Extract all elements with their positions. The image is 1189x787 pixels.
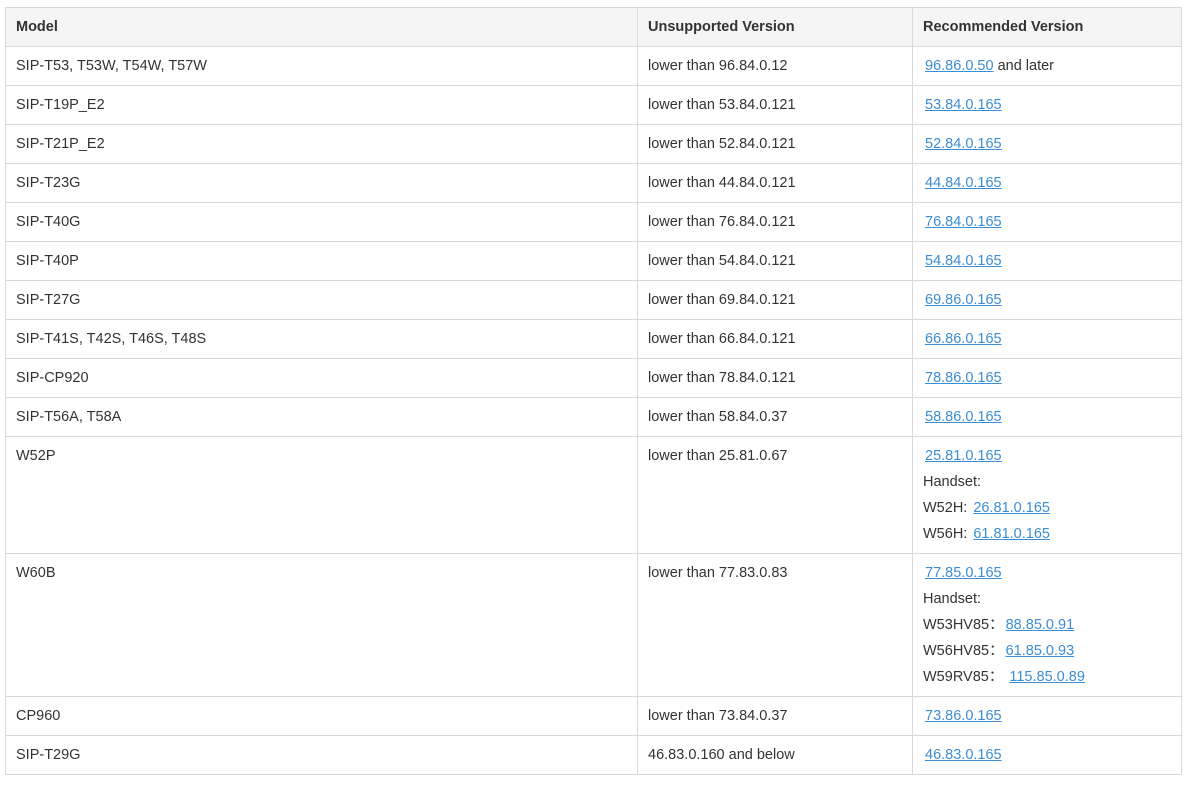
version-suffix: and later: [993, 58, 1055, 74]
recommended-version-link[interactable]: 77.85.0.165: [925, 565, 1002, 581]
table-row: W52P lower than 25.81.0.67 25.81.0.165 H…: [5, 436, 1182, 554]
model-cell: SIP-T40G: [5, 202, 638, 242]
recommended-version-cell: 46.83.0.165: [912, 735, 1182, 775]
recommended-version-link[interactable]: 25.81.0.165: [925, 448, 1002, 464]
unsupported-version-cell: lower than 96.84.0.12: [637, 46, 913, 86]
handset-version-link[interactable]: 115.85.0.89: [1009, 669, 1085, 685]
unsupported-version-cell: lower than 58.84.0.37: [637, 397, 913, 437]
table-row: SIP-CP920 lower than 78.84.0.121 78.86.0…: [5, 358, 1182, 398]
table-row: SIP-T56A, T58A lower than 58.84.0.37 58.…: [5, 397, 1182, 437]
handset-version-link[interactable]: 61.81.0.165: [973, 526, 1050, 542]
model-cell: SIP-T29G: [5, 735, 638, 775]
model-cell: SIP-T56A, T58A: [5, 397, 638, 437]
handset-label: Handset:: [923, 474, 982, 490]
model-cell: SIP-T27G: [5, 280, 638, 320]
unsupported-version-cell: lower than 76.84.0.121: [637, 202, 913, 242]
model-cell: SIP-T41S, T42S, T46S, T48S: [5, 319, 638, 359]
model-cell: CP960: [5, 696, 638, 736]
handset-name: W59RV85：: [923, 669, 1004, 685]
table-header-row: Model Unsupported Version Recommended Ve…: [5, 7, 1182, 47]
unsupported-version-cell: lower than 77.83.0.83: [637, 553, 913, 697]
handset-name: W53HV85：: [923, 617, 1004, 633]
recommended-version-link[interactable]: 69.86.0.165: [925, 292, 1002, 308]
unsupported-version-cell: lower than 69.84.0.121: [637, 280, 913, 320]
recommended-version-cell: 76.84.0.165: [912, 202, 1182, 242]
table-row: SIP-T40G lower than 76.84.0.121 76.84.0.…: [5, 202, 1182, 242]
unsupported-version-cell: 46.83.0.160 and below: [637, 735, 913, 775]
handset-version-link[interactable]: 26.81.0.165: [973, 500, 1050, 516]
table-row: SIP-T41S, T42S, T46S, T48S lower than 66…: [5, 319, 1182, 359]
recommended-version-link[interactable]: 73.86.0.165: [925, 708, 1002, 724]
recommended-version-link[interactable]: 66.86.0.165: [925, 331, 1002, 347]
table-row: SIP-T27G lower than 69.84.0.121 69.86.0.…: [5, 280, 1182, 320]
unsupported-version-cell: lower than 53.84.0.121: [637, 85, 913, 125]
firmware-version-table: Model Unsupported Version Recommended Ve…: [5, 7, 1182, 775]
model-cell: SIP-T19P_E2: [5, 85, 638, 125]
recommended-version-link[interactable]: 53.84.0.165: [925, 97, 1002, 113]
recommended-version-link[interactable]: 54.84.0.165: [925, 253, 1002, 269]
unsupported-version-cell: lower than 78.84.0.121: [637, 358, 913, 398]
recommended-version-cell: 58.86.0.165: [912, 397, 1182, 437]
recommended-version-link[interactable]: 46.83.0.165: [925, 747, 1002, 763]
model-cell: SIP-CP920: [5, 358, 638, 398]
column-header-model: Model: [5, 7, 638, 47]
handset-version-link[interactable]: 88.85.0.91: [1006, 617, 1075, 633]
recommended-version-link[interactable]: 58.86.0.165: [925, 409, 1002, 425]
recommended-version-cell: 66.86.0.165: [912, 319, 1182, 359]
unsupported-version-cell: lower than 44.84.0.121: [637, 163, 913, 203]
recommended-version-cell: 44.84.0.165: [912, 163, 1182, 203]
unsupported-version-cell: lower than 73.84.0.37: [637, 696, 913, 736]
table-row: SIP-T53, T53W, T54W, T57W lower than 96.…: [5, 46, 1182, 86]
model-cell: W52P: [5, 436, 638, 554]
recommended-version-cell: 78.86.0.165: [912, 358, 1182, 398]
recommended-version-link[interactable]: 76.84.0.165: [925, 214, 1002, 230]
recommended-version-cell: 53.84.0.165: [912, 85, 1182, 125]
handset-name: W56HV85：: [923, 643, 1004, 659]
recommended-version-cell: 54.84.0.165: [912, 241, 1182, 281]
handset-name: W56H:: [923, 526, 968, 542]
recommended-version-cell: 25.81.0.165 Handset: W52H: 26.81.0.165 W…: [912, 436, 1182, 554]
handset-label: Handset:: [923, 591, 982, 607]
model-cell: SIP-T23G: [5, 163, 638, 203]
recommended-version-cell: 96.86.0.50 and later: [912, 46, 1182, 86]
table-row: W60B lower than 77.83.0.83 77.85.0.165 H…: [5, 553, 1182, 697]
table-row: SIP-T29G 46.83.0.160 and below 46.83.0.1…: [5, 735, 1182, 775]
model-cell: SIP-T21P_E2: [5, 124, 638, 164]
recommended-version-cell: 52.84.0.165: [912, 124, 1182, 164]
recommended-version-link[interactable]: 78.86.0.165: [925, 370, 1002, 386]
recommended-version-cell: 73.86.0.165: [912, 696, 1182, 736]
unsupported-version-cell: lower than 54.84.0.121: [637, 241, 913, 281]
table-row: CP960 lower than 73.84.0.37 73.86.0.165: [5, 696, 1182, 736]
model-cell: W60B: [5, 553, 638, 697]
model-cell: SIP-T40P: [5, 241, 638, 281]
table-row: SIP-T19P_E2 lower than 53.84.0.121 53.84…: [5, 85, 1182, 125]
handset-name: W52H:: [923, 500, 968, 516]
model-cell: SIP-T53, T53W, T54W, T57W: [5, 46, 638, 86]
column-header-recommended-version: Recommended Version: [912, 7, 1182, 47]
table-row: SIP-T21P_E2 lower than 52.84.0.121 52.84…: [5, 124, 1182, 164]
handset-version-link[interactable]: 61.85.0.93: [1006, 643, 1075, 659]
table-row: SIP-T23G lower than 44.84.0.121 44.84.0.…: [5, 163, 1182, 203]
recommended-version-link[interactable]: 52.84.0.165: [925, 136, 1002, 152]
recommended-version-link[interactable]: 96.86.0.50: [925, 58, 994, 74]
table-row: SIP-T40P lower than 54.84.0.121 54.84.0.…: [5, 241, 1182, 281]
recommended-version-cell: 77.85.0.165 Handset: W53HV85： 88.85.0.91 …: [912, 553, 1182, 697]
column-header-unsupported-version: Unsupported Version: [637, 7, 913, 47]
recommended-version-cell: 69.86.0.165: [912, 280, 1182, 320]
unsupported-version-cell: lower than 66.84.0.121: [637, 319, 913, 359]
unsupported-version-cell: lower than 25.81.0.67: [637, 436, 913, 554]
unsupported-version-cell: lower than 52.84.0.121: [637, 124, 913, 164]
recommended-version-link[interactable]: 44.84.0.165: [925, 175, 1002, 191]
